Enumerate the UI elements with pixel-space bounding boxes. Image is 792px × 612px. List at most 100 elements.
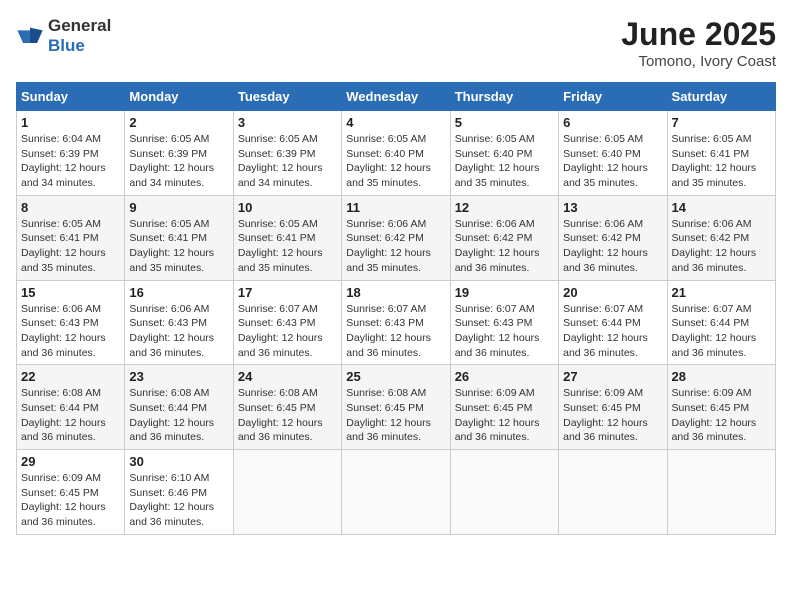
calendar-cell: 25 Sunrise: 6:08 AM Sunset: 6:45 PM Dayl…: [342, 365, 450, 450]
day-info: Sunrise: 6:05 AM Sunset: 6:41 PM Dayligh…: [238, 217, 337, 276]
sunset-label: Sunset: 6:39 PM: [238, 148, 316, 160]
calendar-cell: 23 Sunrise: 6:08 AM Sunset: 6:44 PM Dayl…: [125, 365, 233, 450]
calendar-week-row: 8 Sunrise: 6:05 AM Sunset: 6:41 PM Dayli…: [17, 195, 776, 280]
day-number: 30: [129, 454, 228, 469]
sunset-label: Sunset: 6:45 PM: [455, 402, 533, 414]
calendar-cell: 21 Sunrise: 6:07 AM Sunset: 6:44 PM Dayl…: [667, 280, 775, 365]
daylight-label: Daylight: 12 hours and 36 minutes.: [455, 332, 540, 359]
sunset-label: Sunset: 6:45 PM: [672, 402, 750, 414]
daylight-label: Daylight: 12 hours and 36 minutes.: [455, 417, 540, 444]
sunrise-label: Sunrise: 6:05 AM: [672, 133, 752, 145]
day-of-week-thursday: Thursday: [450, 83, 558, 111]
daylight-label: Daylight: 12 hours and 34 minutes.: [238, 162, 323, 189]
sunrise-label: Sunrise: 6:05 AM: [238, 133, 318, 145]
logo-text: General Blue: [48, 16, 111, 57]
day-info: Sunrise: 6:05 AM Sunset: 6:39 PM Dayligh…: [238, 132, 337, 191]
calendar-cell: 29 Sunrise: 6:09 AM Sunset: 6:45 PM Dayl…: [17, 450, 125, 535]
day-info: Sunrise: 6:05 AM Sunset: 6:41 PM Dayligh…: [21, 217, 120, 276]
calendar-cell: 18 Sunrise: 6:07 AM Sunset: 6:43 PM Dayl…: [342, 280, 450, 365]
day-info: Sunrise: 6:07 AM Sunset: 6:44 PM Dayligh…: [563, 302, 662, 361]
day-number: 18: [346, 285, 445, 300]
daylight-label: Daylight: 12 hours and 36 minutes.: [672, 417, 757, 444]
sunrise-label: Sunrise: 6:08 AM: [238, 387, 318, 399]
sunrise-label: Sunrise: 6:05 AM: [563, 133, 643, 145]
day-number: 21: [672, 285, 771, 300]
calendar-header-row: SundayMondayTuesdayWednesdayThursdayFrid…: [17, 83, 776, 111]
day-info: Sunrise: 6:05 AM Sunset: 6:41 PM Dayligh…: [129, 217, 228, 276]
day-info: Sunrise: 6:08 AM Sunset: 6:44 PM Dayligh…: [129, 386, 228, 445]
sunrise-label: Sunrise: 6:05 AM: [455, 133, 535, 145]
sunrise-label: Sunrise: 6:09 AM: [672, 387, 752, 399]
day-number: 8: [21, 200, 120, 215]
daylight-label: Daylight: 12 hours and 36 minutes.: [238, 332, 323, 359]
sunset-label: Sunset: 6:42 PM: [672, 232, 750, 244]
day-number: 11: [346, 200, 445, 215]
sunrise-label: Sunrise: 6:05 AM: [238, 218, 318, 230]
sunset-label: Sunset: 6:41 PM: [129, 232, 207, 244]
calendar-cell: 19 Sunrise: 6:07 AM Sunset: 6:43 PM Dayl…: [450, 280, 558, 365]
sunrise-label: Sunrise: 6:07 AM: [346, 303, 426, 315]
day-number: 26: [455, 369, 554, 384]
sunset-label: Sunset: 6:42 PM: [346, 232, 424, 244]
daylight-label: Daylight: 12 hours and 36 minutes.: [21, 332, 106, 359]
day-number: 1: [21, 115, 120, 130]
calendar-cell: 30 Sunrise: 6:10 AM Sunset: 6:46 PM Dayl…: [125, 450, 233, 535]
sunset-label: Sunset: 6:44 PM: [129, 402, 207, 414]
daylight-label: Daylight: 12 hours and 36 minutes.: [21, 501, 106, 528]
sunset-label: Sunset: 6:43 PM: [346, 317, 424, 329]
title-block: June 2025 Tomono, Ivory Coast: [621, 16, 776, 70]
month-title: June 2025: [621, 16, 776, 53]
calendar-cell: [559, 450, 667, 535]
daylight-label: Daylight: 12 hours and 36 minutes.: [672, 247, 757, 274]
sunrise-label: Sunrise: 6:05 AM: [346, 133, 426, 145]
sunset-label: Sunset: 6:42 PM: [455, 232, 533, 244]
logo: General Blue: [16, 16, 111, 57]
sunset-label: Sunset: 6:43 PM: [455, 317, 533, 329]
calendar-cell: 14 Sunrise: 6:06 AM Sunset: 6:42 PM Dayl…: [667, 195, 775, 280]
calendar-cell: [233, 450, 341, 535]
calendar-cell: 12 Sunrise: 6:06 AM Sunset: 6:42 PM Dayl…: [450, 195, 558, 280]
sunrise-label: Sunrise: 6:05 AM: [129, 133, 209, 145]
day-number: 29: [21, 454, 120, 469]
calendar-cell: 6 Sunrise: 6:05 AM Sunset: 6:40 PM Dayli…: [559, 111, 667, 196]
sunset-label: Sunset: 6:41 PM: [21, 232, 99, 244]
sunrise-label: Sunrise: 6:09 AM: [563, 387, 643, 399]
daylight-label: Daylight: 12 hours and 36 minutes.: [129, 417, 214, 444]
calendar-cell: 2 Sunrise: 6:05 AM Sunset: 6:39 PM Dayli…: [125, 111, 233, 196]
day-number: 4: [346, 115, 445, 130]
daylight-label: Daylight: 12 hours and 36 minutes.: [346, 332, 431, 359]
calendar-cell: 22 Sunrise: 6:08 AM Sunset: 6:44 PM Dayl…: [17, 365, 125, 450]
sunrise-label: Sunrise: 6:06 AM: [129, 303, 209, 315]
sunrise-label: Sunrise: 6:08 AM: [21, 387, 101, 399]
calendar-table: SundayMondayTuesdayWednesdayThursdayFrid…: [16, 82, 776, 535]
calendar-cell: 27 Sunrise: 6:09 AM Sunset: 6:45 PM Dayl…: [559, 365, 667, 450]
daylight-label: Daylight: 12 hours and 36 minutes.: [455, 247, 540, 274]
calendar-cell: 13 Sunrise: 6:06 AM Sunset: 6:42 PM Dayl…: [559, 195, 667, 280]
day-number: 19: [455, 285, 554, 300]
sunset-label: Sunset: 6:45 PM: [21, 487, 99, 499]
daylight-label: Daylight: 12 hours and 36 minutes.: [672, 332, 757, 359]
calendar-cell: 17 Sunrise: 6:07 AM Sunset: 6:43 PM Dayl…: [233, 280, 341, 365]
day-number: 22: [21, 369, 120, 384]
calendar-week-row: 15 Sunrise: 6:06 AM Sunset: 6:43 PM Dayl…: [17, 280, 776, 365]
day-number: 3: [238, 115, 337, 130]
sunrise-label: Sunrise: 6:05 AM: [129, 218, 209, 230]
daylight-label: Daylight: 12 hours and 36 minutes.: [346, 417, 431, 444]
sunset-label: Sunset: 6:45 PM: [563, 402, 641, 414]
day-number: 12: [455, 200, 554, 215]
day-info: Sunrise: 6:07 AM Sunset: 6:43 PM Dayligh…: [238, 302, 337, 361]
sunrise-label: Sunrise: 6:07 AM: [563, 303, 643, 315]
day-info: Sunrise: 6:05 AM Sunset: 6:41 PM Dayligh…: [672, 132, 771, 191]
sunset-label: Sunset: 6:43 PM: [21, 317, 99, 329]
day-of-week-tuesday: Tuesday: [233, 83, 341, 111]
sunset-label: Sunset: 6:43 PM: [238, 317, 316, 329]
daylight-label: Daylight: 12 hours and 36 minutes.: [129, 501, 214, 528]
sunrise-label: Sunrise: 6:06 AM: [672, 218, 752, 230]
daylight-label: Daylight: 12 hours and 34 minutes.: [129, 162, 214, 189]
sunrise-label: Sunrise: 6:06 AM: [563, 218, 643, 230]
day-number: 10: [238, 200, 337, 215]
sunrise-label: Sunrise: 6:08 AM: [346, 387, 426, 399]
sunset-label: Sunset: 6:45 PM: [346, 402, 424, 414]
calendar-cell: 7 Sunrise: 6:05 AM Sunset: 6:41 PM Dayli…: [667, 111, 775, 196]
day-info: Sunrise: 6:09 AM Sunset: 6:45 PM Dayligh…: [21, 471, 120, 530]
